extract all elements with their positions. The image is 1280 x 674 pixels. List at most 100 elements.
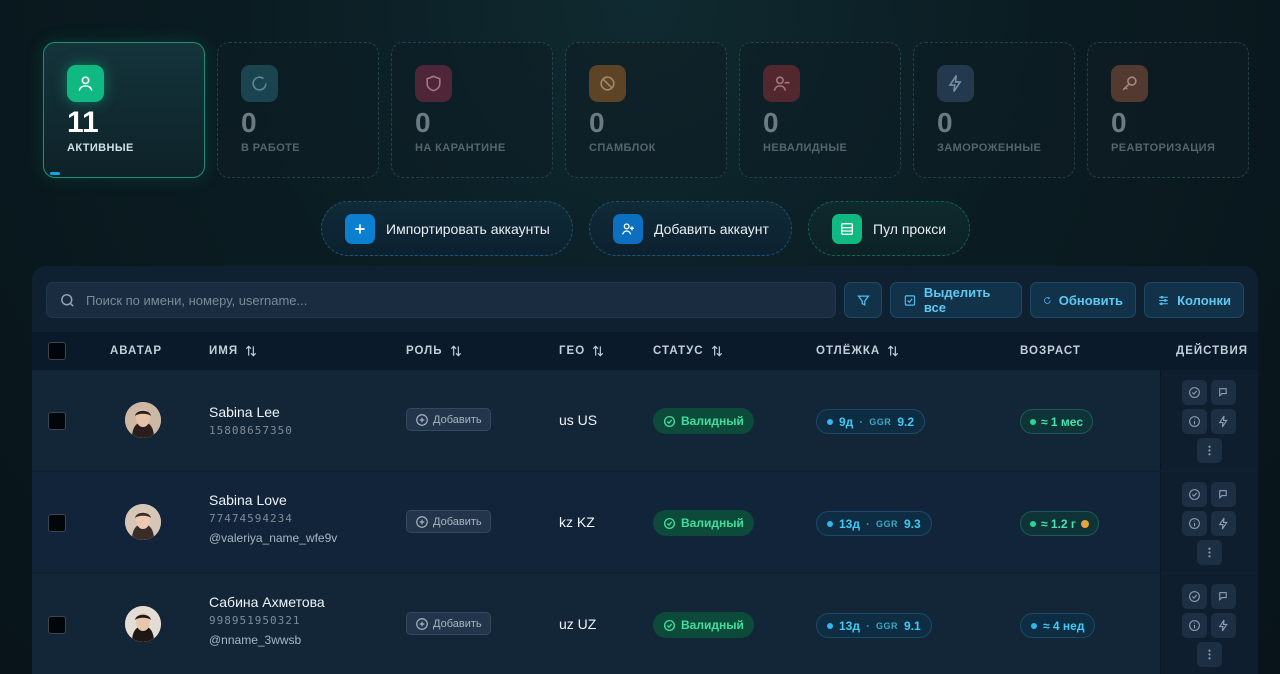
search-input[interactable]: Поиск по имени, номеру, username...	[46, 282, 836, 318]
import-accounts-label: Импортировать аккаунты	[386, 220, 550, 237]
server-icon	[832, 213, 862, 244]
column-avatar: АВАТАР	[110, 345, 163, 357]
add-role-button[interactable]: Добавить	[406, 612, 491, 635]
stat-value: 0	[1111, 107, 1127, 138]
stat-card-frozen[interactable]: 0 ЗАМОРОЖЕННЫЕ	[913, 42, 1075, 178]
sort-icon	[888, 345, 899, 357]
checkbox-icon	[904, 294, 916, 306]
chat-icon	[1219, 490, 1227, 500]
ban-icon	[589, 65, 626, 102]
add-role-button[interactable]: Добавить	[406, 510, 491, 533]
stat-label: АКТИВНЫЕ	[67, 142, 134, 154]
stat-card-reauth[interactable]: 0 РЕАВТОРИЗАЦИЯ	[1087, 42, 1249, 178]
stat-card-in-work[interactable]: 0 В РАБОТЕ	[217, 42, 379, 178]
columns-button[interactable]: Колонки	[1144, 282, 1244, 318]
avatar	[125, 402, 161, 438]
sort-icon	[246, 345, 257, 357]
spinner-icon	[241, 65, 278, 102]
stat-value: 0	[589, 107, 605, 138]
table-row[interactable]: Sabina Love 77474594234 @valeriya_name_w…	[32, 472, 1258, 572]
info-icon	[1189, 620, 1200, 631]
column-role[interactable]: РОЛЬ	[406, 344, 463, 358]
coin-icon	[1080, 519, 1089, 528]
table-row[interactable]: Сабина Ахметова 998951950321 @nname_3wws…	[32, 574, 1258, 674]
row-actions	[1160, 472, 1258, 572]
rest-badge: 13д · GGR 9.1	[816, 613, 932, 638]
row-checkbox[interactable]	[48, 514, 66, 532]
filter-button[interactable]	[844, 282, 882, 318]
row-checkbox[interactable]	[48, 412, 66, 430]
add-account-label: Добавить аккаунт	[654, 220, 769, 237]
status-badge: Валидный	[653, 408, 754, 434]
bolt-icon	[1218, 415, 1228, 428]
user-plus-icon	[613, 213, 643, 244]
select-all-button[interactable]: Выделить все	[890, 282, 1022, 318]
check-circle-icon	[663, 415, 676, 427]
select-all-label: Выделить все	[923, 285, 991, 315]
column-status[interactable]: СТАТУС	[653, 344, 724, 358]
account-phone: 77474594234	[209, 512, 293, 525]
account-phone: 998951950321	[209, 614, 301, 627]
add-account-button[interactable]: Добавить аккаунт	[589, 201, 792, 256]
account-username: @valeriya_name_wfe9v	[209, 531, 338, 545]
info-action-button[interactable]	[1182, 511, 1207, 536]
more-action-button[interactable]	[1197, 540, 1222, 565]
search-icon	[61, 293, 74, 307]
info-action-button[interactable]	[1182, 409, 1207, 434]
info-icon	[1189, 518, 1200, 529]
refresh-label: Обновить	[1058, 292, 1123, 308]
stat-value: 11	[67, 106, 99, 139]
check-action-button[interactable]	[1182, 584, 1207, 609]
more-action-button[interactable]	[1197, 438, 1222, 463]
bolt-action-button[interactable]	[1211, 409, 1236, 434]
proxy-pool-button[interactable]: Пул прокси	[808, 201, 970, 256]
stat-card-quarantine[interactable]: 0 НА КАРАНТИНЕ	[391, 42, 553, 178]
bolt-action-button[interactable]	[1211, 511, 1236, 536]
row-checkbox[interactable]	[48, 616, 66, 634]
bolt-icon	[1218, 517, 1228, 530]
stat-card-invalid[interactable]: 0 НЕВАЛИДНЫЕ	[739, 42, 901, 178]
check-action-button[interactable]	[1182, 482, 1207, 507]
check-circle-icon	[1189, 387, 1200, 398]
info-action-button[interactable]	[1182, 613, 1207, 638]
check-action-button[interactable]	[1182, 380, 1207, 405]
status-cards: 11 АКТИВНЫЕ 0 В РАБОТЕ 0 НА КАРАНТИНЕ 0 …	[43, 42, 1249, 178]
refresh-button[interactable]: Обновить	[1030, 282, 1136, 318]
select-all-checkbox[interactable]	[48, 342, 66, 360]
shield-icon	[415, 65, 452, 102]
proxy-pool-label: Пул прокси	[873, 220, 947, 237]
geo: kz KZ	[559, 514, 595, 530]
chat-action-button[interactable]	[1211, 584, 1236, 609]
account-phone: 15808657350	[209, 424, 293, 437]
column-rest[interactable]: ОТЛЁЖКА	[816, 344, 900, 358]
name-cell: Сабина Ахметова 998951950321 @nname_3wws…	[209, 594, 325, 647]
sliders-icon	[1159, 295, 1168, 305]
bolt-icon	[1218, 619, 1228, 632]
stat-label: РЕАВТОРИЗАЦИЯ	[1111, 142, 1216, 154]
stat-card-spamblock[interactable]: 0 СПАМБЛОК	[565, 42, 727, 178]
rest-dot	[827, 418, 833, 425]
action-bar: Импортировать аккаунты Добавить аккаунт …	[321, 201, 970, 256]
column-name[interactable]: ИМЯ	[209, 344, 258, 358]
add-role-button[interactable]: Добавить	[406, 408, 491, 431]
stat-card-active[interactable]: 11 АКТИВНЫЕ	[43, 42, 205, 178]
more-action-button[interactable]	[1197, 642, 1222, 667]
chat-action-button[interactable]	[1211, 482, 1236, 507]
account-name: Sabina Lee	[209, 404, 280, 420]
column-geo[interactable]: ГЕО	[559, 344, 605, 358]
plus-circle-icon	[416, 413, 428, 426]
sort-icon	[593, 345, 604, 357]
chat-action-button[interactable]	[1211, 380, 1236, 405]
stat-value: 0	[415, 107, 431, 138]
more-vertical-icon	[1208, 547, 1211, 558]
stat-value: 0	[763, 107, 779, 138]
geo: uz UZ	[559, 616, 597, 632]
bolt-action-button[interactable]	[1211, 613, 1236, 638]
stat-value: 0	[937, 107, 953, 138]
table-row[interactable]: Sabina Lee 15808657350 Добавить us US Ва…	[32, 370, 1258, 470]
age-badge: ≈ 1.2 г	[1020, 511, 1099, 536]
account-name: Сабина Ахметова	[209, 594, 325, 610]
accounts-panel: Поиск по имени, номеру, username... Выде…	[32, 266, 1258, 674]
import-accounts-button[interactable]: Импортировать аккаунты	[321, 201, 573, 256]
account-name: Sabina Love	[209, 492, 287, 508]
